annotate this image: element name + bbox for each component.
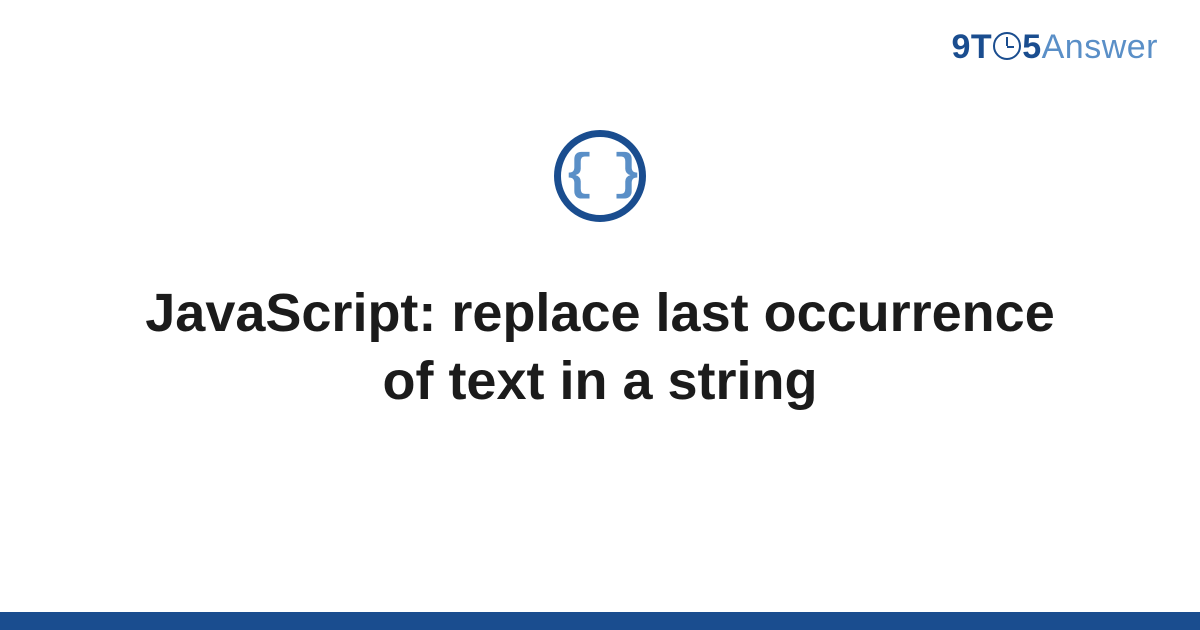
page-title: JavaScript: replace last occurrence of t…	[120, 280, 1080, 415]
logo-text-5: 5	[1022, 28, 1041, 66]
code-braces-icon: { }	[564, 151, 636, 201]
logo-text-9t: 9T	[952, 28, 993, 66]
main-content: { } JavaScript: replace last occurrence …	[0, 130, 1200, 415]
site-logo: 9T 5Answer	[952, 28, 1158, 67]
footer-bar	[0, 612, 1200, 630]
topic-icon-circle: { }	[554, 130, 646, 222]
clock-icon	[993, 32, 1021, 60]
logo-text-answer: Answer	[1042, 28, 1158, 66]
